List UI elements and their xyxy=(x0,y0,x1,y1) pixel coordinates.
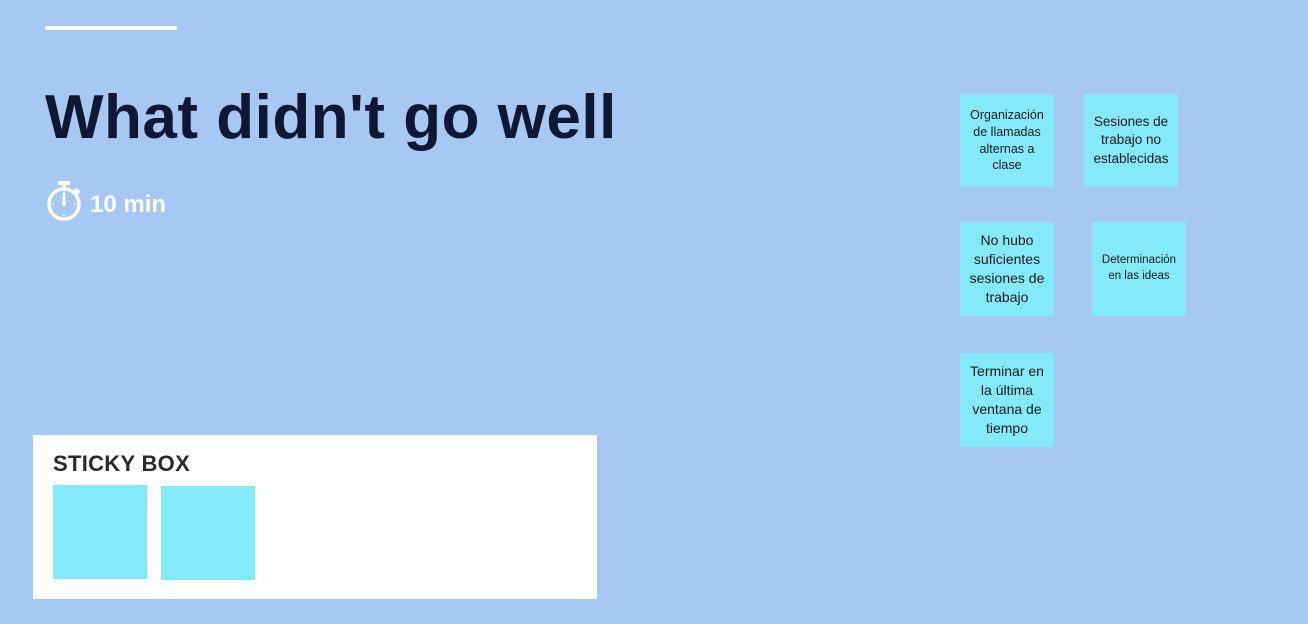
sticky-note-text: No hubo suficientes sesiones de trabajo xyxy=(969,232,1045,305)
sticky-note-text: Determinación en las ideas xyxy=(1101,254,1177,282)
empty-sticky-note[interactable] xyxy=(161,486,255,580)
sticky-note[interactable]: Terminar en la última ventana de tiempo xyxy=(960,353,1054,447)
sticky-note-text: Sesiones de trabajo no establecidas xyxy=(1093,114,1169,166)
timer: 10 min xyxy=(46,180,166,222)
timer-label: 10 min xyxy=(90,191,167,218)
sticky-box[interactable]: STICKY BOX xyxy=(33,435,597,599)
sticky-note-text: Organización de llamadas alternas a clas… xyxy=(970,107,1044,173)
sticky-note-text: Terminar en la última ventana de tiempo xyxy=(970,363,1044,436)
stopwatch-icon xyxy=(47,181,81,221)
sticky-note[interactable]: Determinación en las ideas xyxy=(1092,222,1186,316)
sticky-note[interactable]: No hubo suficientes sesiones de trabajo xyxy=(960,222,1054,316)
frame-accent-bar xyxy=(45,26,177,30)
sticky-note[interactable]: Organización de llamadas alternas a clas… xyxy=(960,94,1054,187)
page-title: What didn't go well xyxy=(45,83,617,152)
empty-sticky-note[interactable] xyxy=(53,485,147,579)
sticky-note[interactable]: Sesiones de trabajo no establecidas xyxy=(1084,94,1178,187)
sticky-box-title: STICKY BOX xyxy=(53,451,191,476)
